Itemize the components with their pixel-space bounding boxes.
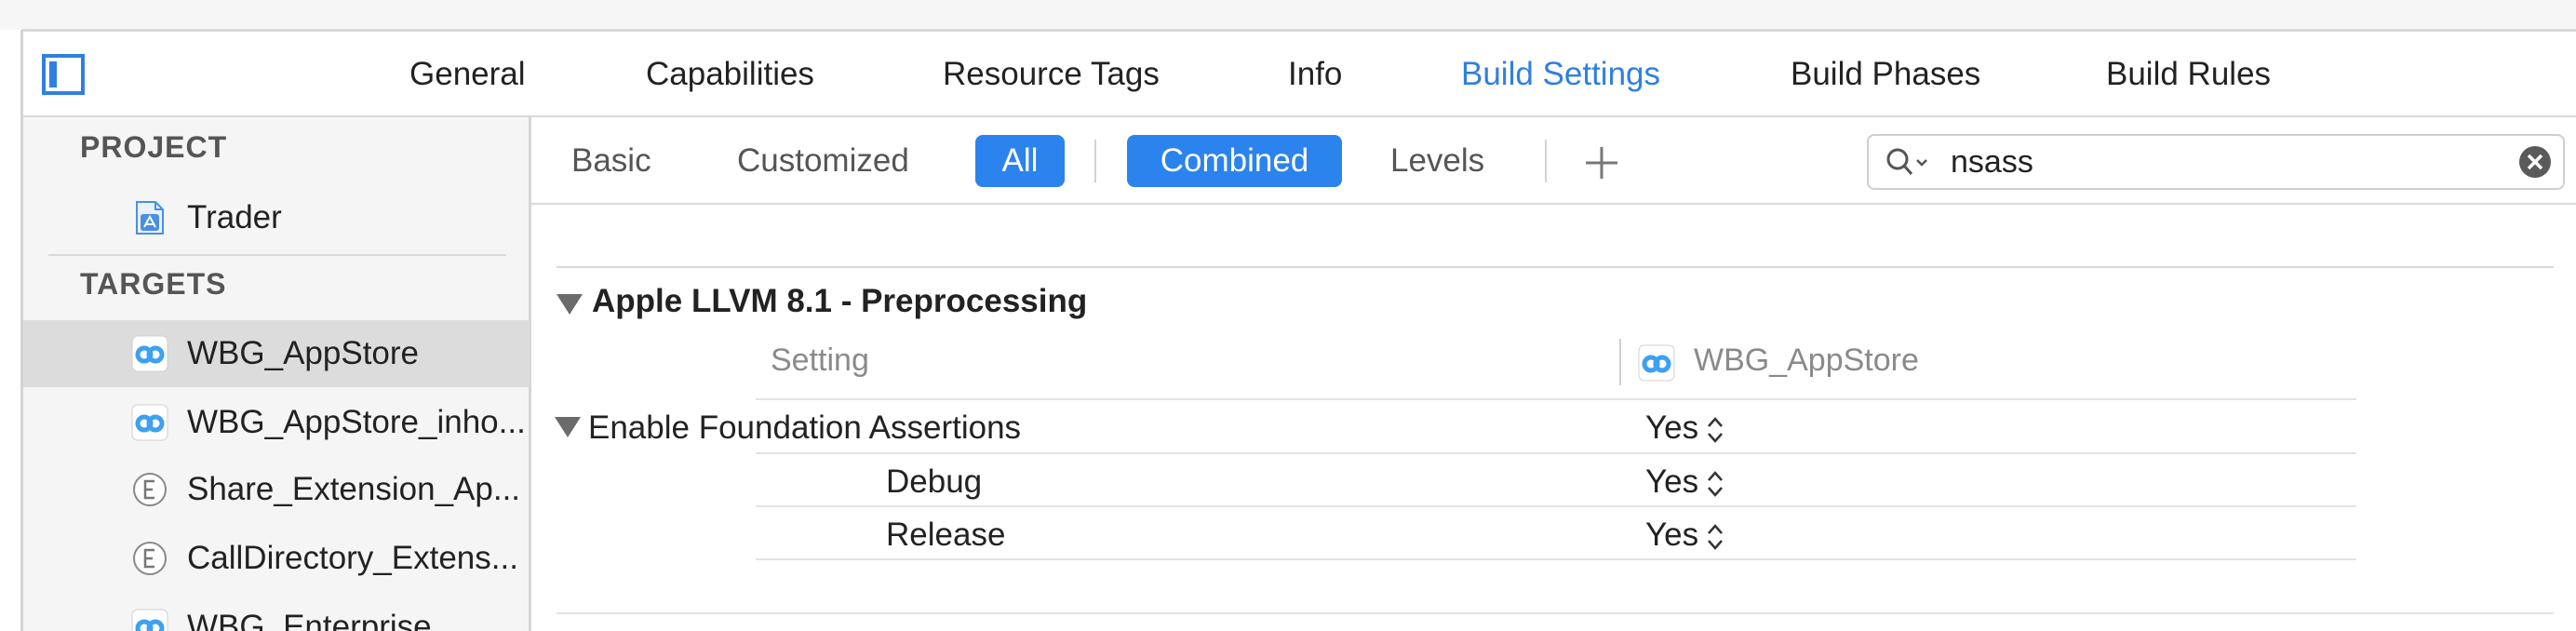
column-divider xyxy=(1619,339,1621,385)
debug-value-popup[interactable]: Yes xyxy=(1645,463,1724,501)
plus-icon[interactable] xyxy=(1582,143,1621,182)
content-divider xyxy=(557,266,2554,268)
targets-section-header: TARGETS xyxy=(80,267,227,301)
app-target-icon xyxy=(131,335,168,372)
setting-disclosure-icon[interactable] xyxy=(555,417,581,437)
filter-all-button[interactable]: All xyxy=(975,135,1065,187)
app-target-icon xyxy=(131,609,168,631)
tab-build-phases[interactable]: Build Phases xyxy=(1791,51,1980,98)
sidebar-item-trader[interactable]: Trader xyxy=(23,184,530,251)
clear-search-icon[interactable] xyxy=(2518,145,2552,179)
window-top-band xyxy=(0,0,2576,30)
level-name-release: Release xyxy=(886,517,1006,553)
tab-general[interactable]: General xyxy=(409,51,526,98)
tab-info[interactable]: Info xyxy=(1288,51,1342,98)
level-value: Yes xyxy=(1645,517,1699,553)
project-section-header: PROJECT xyxy=(80,130,228,164)
row-divider xyxy=(756,505,2356,507)
release-value-popup[interactable]: Yes xyxy=(1645,517,1724,554)
extension-icon xyxy=(133,473,167,506)
top-divider xyxy=(22,29,2576,32)
sidebar-item-label: Trader xyxy=(187,199,282,235)
sidebar-toggle-icon[interactable] xyxy=(41,52,86,97)
section-disclosure-icon[interactable] xyxy=(557,294,583,315)
setting-name: Enable Foundation Assertions xyxy=(588,409,1022,446)
app-target-icon xyxy=(131,404,168,441)
sidebar-item-wbg-appstore[interactable]: WBG_AppStore xyxy=(23,320,530,387)
sidebar-item-label: Share_Extension_Ap... xyxy=(187,471,521,507)
section-bottom-divider xyxy=(557,612,2554,614)
filter-basic-button[interactable]: Basic xyxy=(571,135,651,187)
sidebar-item-share-extension[interactable]: Share_Extension_Ap... xyxy=(23,456,530,523)
filter-bar-divider xyxy=(531,203,2576,205)
app-project-icon xyxy=(136,201,164,235)
chevron-updown-icon xyxy=(1708,416,1724,443)
sidebar-item-label: WBG_AppStore_inho... xyxy=(187,404,526,440)
row-divider xyxy=(756,452,2356,454)
filter-levels-button[interactable]: Levels xyxy=(1390,135,1484,187)
search-input[interactable] xyxy=(1951,140,2509,184)
app-target-icon xyxy=(1638,344,1675,382)
tab-capabilities[interactable]: Capabilities xyxy=(646,51,814,98)
search-icon[interactable] xyxy=(1885,147,1932,179)
row-divider xyxy=(756,558,2356,560)
level-value: Yes xyxy=(1645,463,1699,500)
sidebar-item-label: CallDirectory_Extens... xyxy=(187,540,518,576)
filter-customized-button[interactable]: Customized xyxy=(737,135,909,187)
column-header-target: WBG_AppStore xyxy=(1694,342,1919,378)
setting-value-popup[interactable]: Yes xyxy=(1645,409,1724,447)
filter-separator xyxy=(1094,140,1096,182)
sidebar-item-calldirectory-extension[interactable]: CallDirectory_Extens... xyxy=(23,525,530,592)
section-title: Apple LLVM 8.1 - Preprocessing xyxy=(592,283,1088,319)
sidebar-item-wbg-appstore-inhouse[interactable]: WBG_AppStore_inho... xyxy=(23,389,530,456)
row-divider xyxy=(756,398,2356,400)
sidebar-item-label: WBG_AppStore xyxy=(187,335,419,371)
chevron-updown-icon xyxy=(1708,470,1724,497)
sidebar-item-label: WBG_Enterprise xyxy=(187,609,432,631)
setting-value: Yes xyxy=(1645,409,1699,446)
column-header-setting: Setting xyxy=(771,342,869,378)
sidebar-divider xyxy=(48,254,506,256)
filter-combined-button[interactable]: Combined xyxy=(1127,135,1342,187)
tab-resource-tags[interactable]: Resource Tags xyxy=(943,51,1160,98)
chevron-updown-icon xyxy=(1708,523,1724,550)
extension-icon xyxy=(133,542,167,575)
level-name-debug: Debug xyxy=(886,463,983,500)
tab-build-settings[interactable]: Build Settings xyxy=(1461,51,1660,98)
tab-build-rules[interactable]: Build Rules xyxy=(2106,51,2271,98)
filter-separator xyxy=(1545,140,1547,182)
sidebar-item-wbg-enterprise[interactable]: WBG_Enterprise xyxy=(23,594,530,631)
